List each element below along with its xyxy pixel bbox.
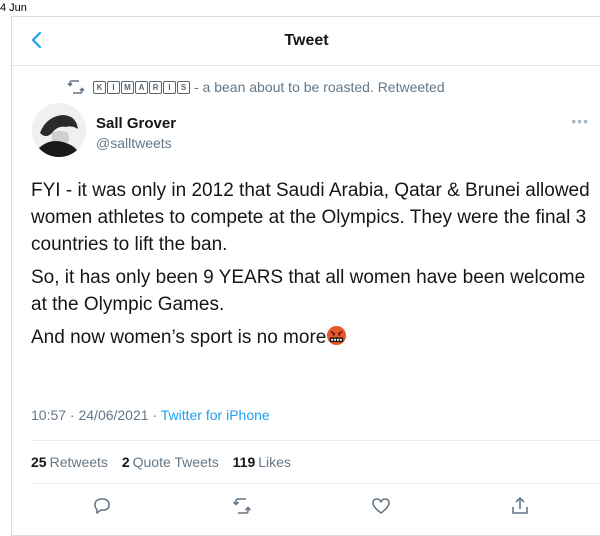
avatar-photo — [32, 103, 86, 157]
author-name[interactable]: Sall Grover — [96, 115, 176, 132]
name-letter: A — [135, 80, 148, 94]
name-letter: M — [121, 80, 134, 94]
tweet-source-link[interactable]: Twitter for iPhone — [161, 407, 270, 423]
retweets-stat[interactable]: 25 Retweets — [31, 454, 108, 470]
divider — [31, 440, 600, 441]
name-letter: I — [107, 80, 120, 94]
more-icon[interactable]: ••• — [571, 113, 589, 129]
retweet-context-text: - a bean about to be roasted. Retweeted — [194, 79, 445, 95]
name-letter: I — [163, 80, 176, 94]
quote-tweets-stat[interactable]: 2 Quote Tweets — [122, 454, 219, 470]
name-letter: R — [149, 80, 162, 94]
divider — [31, 483, 600, 484]
quote-tweets-count: 2 — [121, 454, 130, 470]
tweet-paragraph-text: And now women’s sport is no more — [31, 327, 327, 348]
retweets-count: 25 — [31, 454, 47, 470]
tweet-text: FYI - it was only in 2012 that Saudi Ara… — [31, 177, 591, 357]
likes-stat[interactable]: 119 Likes — [233, 454, 291, 470]
angry-swearing-face-icon — [327, 325, 347, 346]
likes-count: 119 — [232, 454, 256, 470]
quote-tweets-label: Quote Tweets — [132, 454, 219, 470]
avatar[interactable] — [32, 103, 86, 157]
tweet-actions — [12, 495, 600, 519]
name-letter: K — [93, 80, 106, 94]
tweet-metadata: 10:57 · 24/06/2021 · Twitter for iPhone — [31, 407, 270, 423]
author-handle[interactable]: @salltweets — [96, 135, 172, 151]
tweet-timestamp[interactable]: 10:57 · 24/06/2021 · — [31, 407, 157, 423]
heart-icon[interactable] — [370, 495, 392, 517]
top-bar: Tweet — [12, 17, 600, 66]
name-letter: S — [177, 80, 190, 94]
likes-label: Likes — [258, 454, 291, 470]
tweet-paragraph-last: And now women’s sport is no more — [31, 324, 591, 351]
retweet-icon — [67, 80, 85, 94]
retweeter-name-badges: K I M A R I S — [93, 80, 190, 94]
tweet-paragraph: So, it has only been 9 YEARS that all wo… — [31, 267, 586, 315]
status-date: 4 Jun — [0, 2, 27, 14]
tweet-paragraph: FYI - it was only in 2012 that Saudi Ara… — [31, 180, 590, 255]
page-title: Tweet — [284, 32, 329, 49]
engagement-stats: 25 Retweets 2 Quote Tweets 119 Likes — [31, 454, 301, 470]
share-icon[interactable] — [509, 495, 531, 517]
retweets-label: Retweets — [49, 454, 108, 470]
tweet-detail-card: Tweet K I M A R I S - a bean about to be… — [11, 16, 600, 536]
retweet-context[interactable]: K I M A R I S - a bean about to be roast… — [67, 77, 445, 97]
retweet-icon[interactable] — [231, 495, 253, 517]
reply-icon[interactable] — [91, 495, 113, 517]
